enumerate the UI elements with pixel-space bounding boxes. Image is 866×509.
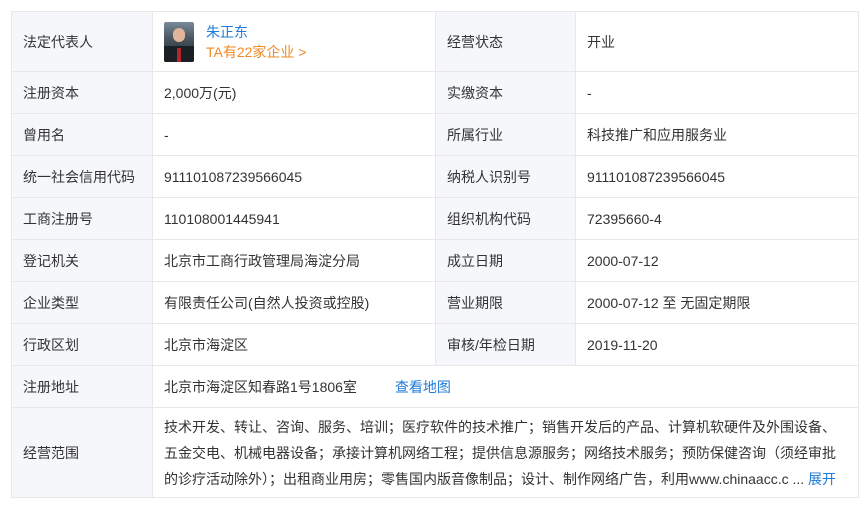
founded-label: 成立日期 (435, 239, 576, 282)
business-scope-line: 技术开发、转让、咨询、服务、培训；医疗软件的技术推广；销售开发后的产品、计算机软… (164, 418, 836, 435)
founded-value: 2000-07-12 (575, 239, 859, 282)
ellipsis: ... (792, 470, 805, 487)
table-row: 法定代表人 朱正东 TA有22家企业 > 经营状态 开业 (11, 11, 859, 72)
table-row: 统一社会信用代码 911101087239566045 纳税人识别号 91110… (11, 155, 859, 198)
table-row: 工商注册号 110108001445941 组织机构代码 72395660-4 (11, 197, 859, 240)
address-cell: 北京市海淀区知春路1号1806室 查看地图 (152, 365, 859, 408)
org-code-label: 组织机构代码 (435, 197, 576, 240)
company-info-panel: 法定代表人 朱正东 TA有22家企业 > 经营状态 开业 注册资本 2,000万… (11, 11, 859, 498)
address-label: 注册地址 (11, 365, 153, 408)
address-value: 北京市海淀区知春路1号1806室 (164, 378, 357, 395)
status-value: 开业 (575, 11, 859, 72)
table-row: 曾用名 - 所属行业 科技推广和应用服务业 (11, 113, 859, 156)
taxpayer-id-label: 纳税人识别号 (435, 155, 576, 198)
legal-rep-enterprises-link[interactable]: TA有22家企业 > (206, 42, 307, 62)
table-row: 登记机关 北京市工商行政管理局海淀分局 成立日期 2000-07-12 (11, 239, 859, 282)
paid-capital-label: 实缴资本 (435, 71, 576, 114)
audit-date-label: 审核/年检日期 (435, 323, 576, 366)
legal-rep-cell: 朱正东 TA有22家企业 > (152, 11, 436, 72)
reg-capital-value: 2,000万(元) (152, 71, 436, 114)
status-label: 经营状态 (435, 11, 576, 72)
business-term-value: 2000-07-12 至 无固定期限 (575, 281, 859, 324)
reg-no-value: 110108001445941 (152, 197, 436, 240)
expand-link[interactable]: 展开 (808, 471, 836, 487)
table-row: 企业类型 有限责任公司(自然人投资或控股) 营业期限 2000-07-12 至 … (11, 281, 859, 324)
credit-code-label: 统一社会信用代码 (11, 155, 153, 198)
table-row: 注册地址 北京市海淀区知春路1号1806室 查看地图 (11, 365, 859, 408)
industry-label: 所属行业 (435, 113, 576, 156)
former-name-value: - (152, 113, 436, 156)
company-info-table: 法定代表人 朱正东 TA有22家企业 > 经营状态 开业 注册资本 2,000万… (11, 11, 859, 498)
former-name-label: 曾用名 (11, 113, 153, 156)
company-type-label: 企业类型 (11, 281, 153, 324)
view-map-link[interactable]: 查看地图 (395, 379, 451, 395)
business-scope-line: 的诊疗活动除外）；出租商业用房；零售国内版音像制品；设计、制作网络广告，利用ww… (164, 470, 789, 487)
audit-date-value: 2019-11-20 (575, 323, 859, 366)
authority-value: 北京市工商行政管理局海淀分局 (152, 239, 436, 282)
table-row: 经营范围 技术开发、转让、咨询、服务、培训；医疗软件的技术推广；销售开发后的产品… (11, 407, 859, 498)
business-scope-line: 五金交电、机械电器设备；承接计算机网络工程；提供信息源服务；网络技术服务；预防保… (164, 444, 836, 461)
taxpayer-id-value: 911101087239566045 (575, 155, 859, 198)
district-value: 北京市海淀区 (152, 323, 436, 366)
legal-rep-name-link[interactable]: 朱正东 (206, 22, 307, 42)
industry-value: 科技推广和应用服务业 (575, 113, 859, 156)
reg-no-label: 工商注册号 (11, 197, 153, 240)
org-code-value: 72395660-4 (575, 197, 859, 240)
authority-label: 登记机关 (11, 239, 153, 282)
district-label: 行政区划 (11, 323, 153, 366)
company-type-value: 有限责任公司(自然人投资或控股) (152, 281, 436, 324)
table-row: 注册资本 2,000万(元) 实缴资本 - (11, 71, 859, 114)
credit-code-value: 911101087239566045 (152, 155, 436, 198)
business-scope-label: 经营范围 (11, 407, 153, 498)
business-term-label: 营业期限 (435, 281, 576, 324)
table-row: 行政区划 北京市海淀区 审核/年检日期 2019-11-20 (11, 323, 859, 366)
reg-capital-label: 注册资本 (11, 71, 153, 114)
paid-capital-value: - (575, 71, 859, 114)
business-scope-cell: 技术开发、转让、咨询、服务、培训；医疗软件的技术推广；销售开发后的产品、计算机软… (152, 407, 859, 498)
legal-rep-label: 法定代表人 (11, 11, 153, 72)
avatar[interactable] (164, 21, 194, 62)
